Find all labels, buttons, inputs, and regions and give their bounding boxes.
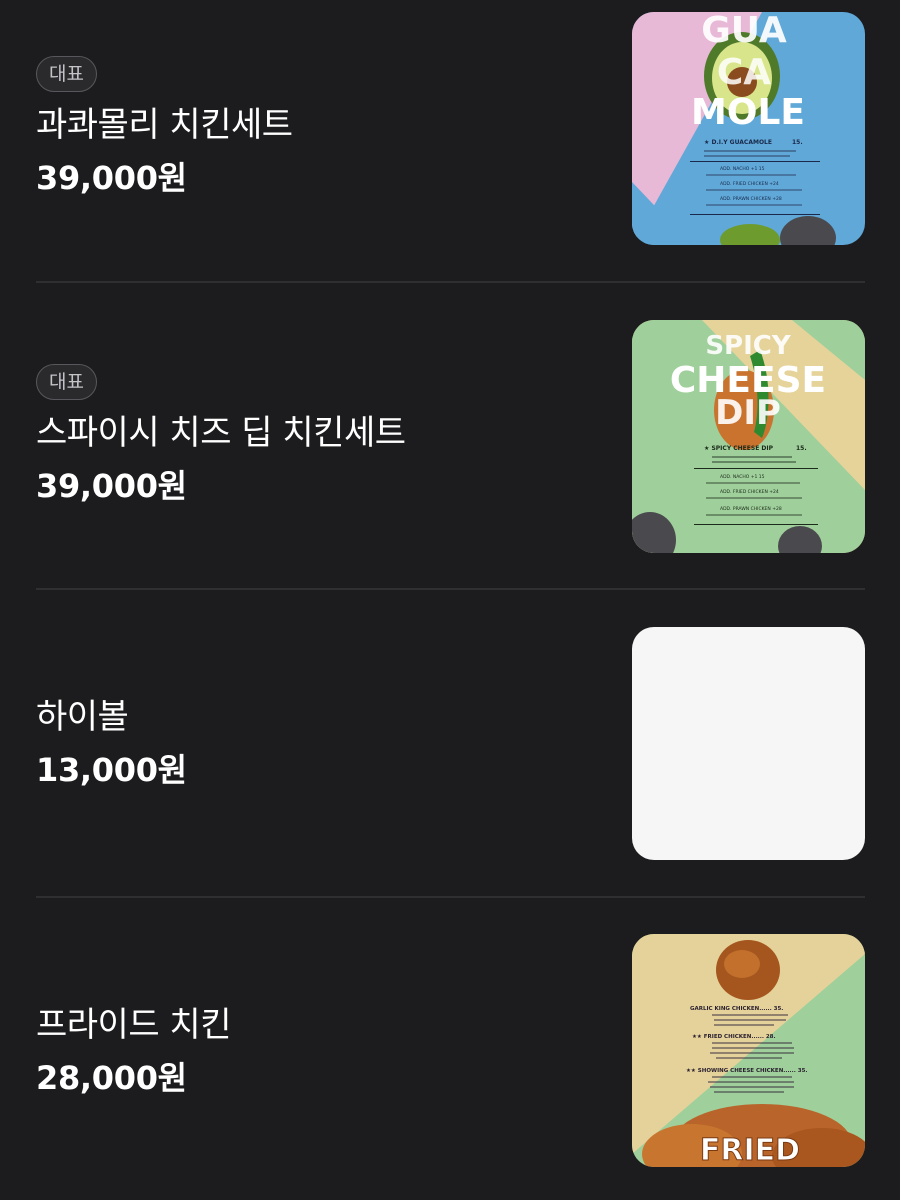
svg-text:GARLIC KING CHICKEN...... 35.: GARLIC KING CHICKEN...... 35. [690, 1006, 783, 1012]
menu-item-thumbnail[interactable]: SPICY CHEESE DIP ★ SPICY CHEESE DIP 15. … [632, 320, 865, 553]
signature-badge: 대표 [36, 56, 97, 92]
menu-item-name: 하이볼 [36, 697, 129, 737]
menu-item[interactable]: 하이볼 13,000원 [0, 590, 900, 898]
menu-item-price: 39,000원 [36, 467, 187, 505]
fried-chicken-poster-image: GARLIC KING CHICKEN...... 35. ★★ FRIED C… [632, 934, 865, 1167]
svg-text:ADD. NACHO +1 15: ADD. NACHO +1 15 [720, 166, 765, 172]
menu-item-name: 프라이드 치킨 [36, 1005, 232, 1045]
svg-text:★ SPICY CHEESE DIP: ★ SPICY CHEESE DIP [704, 445, 774, 452]
svg-text:ADD. PRAWN CHICKEN +28: ADD. PRAWN CHICKEN +28 [720, 196, 782, 202]
menu-item-thumbnail[interactable]: GARLIC KING CHICKEN...... 35. ★★ FRIED C… [632, 934, 865, 1167]
menu-item-price: 39,000원 [36, 159, 187, 197]
svg-text:SPICY: SPICY [705, 331, 792, 361]
svg-text:ADD. FRIED CHICKEN +24: ADD. FRIED CHICKEN +24 [720, 181, 779, 187]
menu-list: 대표 과콰몰리 치킨세트 39,000원 GUA CA MOLE ★ D.I.Y… [0, 0, 900, 1200]
svg-text:GUA: GUA [701, 12, 787, 51]
signature-badge: 대표 [36, 364, 97, 400]
spicy-cheese-dip-poster-image: SPICY CHEESE DIP ★ SPICY CHEESE DIP 15. … [632, 320, 865, 553]
svg-text:DIP: DIP [715, 393, 781, 433]
svg-text:15.: 15. [792, 139, 803, 146]
svg-text:FRIED: FRIED [700, 1133, 800, 1167]
menu-item-name: 스파이시 치즈 딥 치킨세트 [36, 413, 406, 453]
svg-text:CA: CA [717, 52, 771, 93]
menu-item-price: 28,000원 [36, 1059, 187, 1097]
menu-item-thumbnail[interactable]: GUA CA MOLE ★ D.I.Y GUACAMOLE 15. ADD. N… [632, 12, 865, 245]
svg-text:ADD. NACHO +1 15: ADD. NACHO +1 15 [720, 474, 765, 480]
svg-text:★ D.I.Y GUACAMOLE: ★ D.I.Y GUACAMOLE [704, 139, 772, 146]
menu-item[interactable]: 대표 스파이시 치즈 딥 치킨세트 39,000원 SPICY CHEESE D… [0, 284, 900, 590]
svg-text:MOLE: MOLE [691, 92, 805, 133]
menu-item[interactable]: 프라이드 치킨 28,000원 GARLIC KING CHICKEN.....… [0, 898, 900, 1200]
svg-text:ADD. PRAWN CHICKEN +28: ADD. PRAWN CHICKEN +28 [720, 506, 782, 512]
menu-item-price: 13,000원 [36, 751, 187, 789]
item-divider [36, 281, 865, 283]
svg-text:ADD. FRIED CHICKEN +24: ADD. FRIED CHICKEN +24 [720, 489, 779, 495]
svg-text:★★ SHOWING CHEESE CHICKEN.....: ★★ SHOWING CHEESE CHICKEN...... 35. [686, 1068, 808, 1074]
menu-item-thumbnail[interactable] [632, 627, 865, 860]
guacamole-poster-image: GUA CA MOLE ★ D.I.Y GUACAMOLE 15. ADD. N… [632, 12, 865, 245]
svg-text:★★ FRIED CHICKEN...... 28.: ★★ FRIED CHICKEN...... 28. [692, 1034, 776, 1040]
menu-item-name: 과콰몰리 치킨세트 [36, 105, 293, 145]
menu-item[interactable]: 대표 과콰몰리 치킨세트 39,000원 GUA CA MOLE ★ D.I.Y… [0, 0, 900, 284]
svg-text:15.: 15. [796, 445, 807, 452]
